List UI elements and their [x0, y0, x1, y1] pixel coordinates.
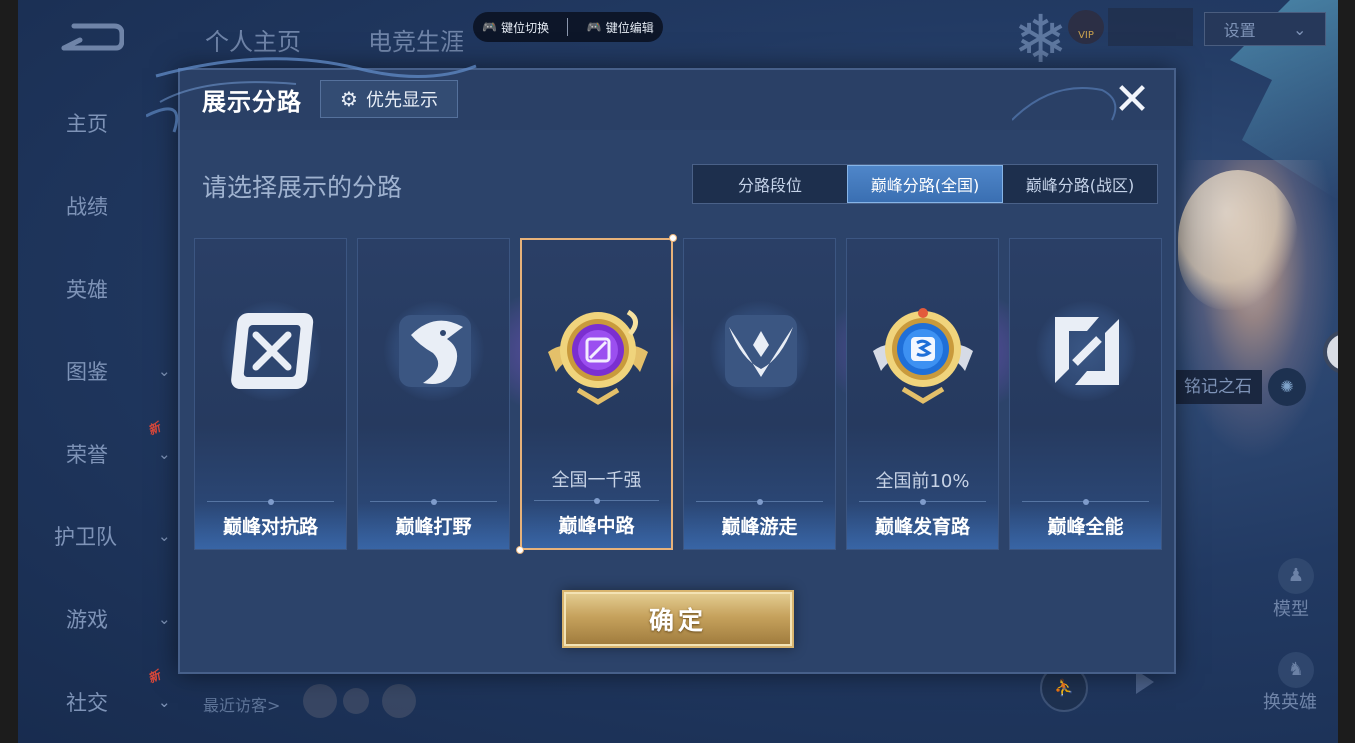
lane-card-name: 巅峰全能 — [1047, 516, 1124, 538]
settings-label: 设置 — [1223, 21, 1256, 40]
sidebar-item-home[interactable]: 主页 — [48, 103, 178, 143]
gear-icon: ⚙ — [340, 87, 358, 111]
lane-card-name: 巅峰中路 — [558, 515, 635, 537]
switch-hero-label[interactable]: 换英雄 — [1263, 688, 1317, 714]
visitor-avatar[interactable] — [343, 688, 369, 714]
lane-display-dialog: 展示分路 ⚙ 优先显示 ✕ 请选择展示的分路 分路段位 巅峰分路(全国) 巅峰分… — [146, 57, 1176, 674]
dialog-title: 展示分路 — [202, 88, 302, 116]
tab-personal-home[interactable]: 个人主页 — [205, 22, 301, 57]
lane-card-name: 巅峰发育路 — [874, 516, 970, 538]
keybind-switch-button[interactable]: 🎮 键位切换 — [482, 19, 549, 36]
all-round-icon — [1055, 317, 1119, 385]
gamepad-icon: 🎮 — [482, 20, 498, 34]
sidebar-item-label: 图鉴 — [66, 360, 108, 384]
lane-card-mid[interactable]: 全国一千强 巅峰中路 — [516, 234, 677, 554]
sidebar-item-label: 护卫队 — [54, 525, 117, 549]
chevron-down-icon: ⌄ — [158, 445, 171, 463]
lane-card-rank: 全国前10% — [875, 471, 970, 492]
sidebar-item-guard[interactable]: 护卫队 ⌄ — [48, 516, 178, 556]
sidebar-item-record[interactable]: 战绩 — [48, 186, 178, 226]
lane-card-farm[interactable]: 全国前10% 巅峰发育路 — [846, 238, 999, 550]
farm-lane-gold-badge-icon — [873, 308, 973, 404]
lane-card-rank: 全国一千强 — [551, 470, 642, 491]
lane-type-tabs: 分路段位 巅峰分路(全国) 巅峰分路(战区) — [692, 164, 1158, 204]
gamepad-icon: 🎮 — [586, 20, 602, 34]
visitor-avatar[interactable] — [382, 684, 416, 718]
settings-dropdown[interactable]: 设置 ⌄ — [1204, 12, 1326, 46]
keybind-edit-button[interactable]: 🎮 键位编辑 — [587, 19, 654, 36]
sidebar-item-label: 战绩 — [66, 195, 108, 219]
swirl-decoration — [1012, 87, 1117, 121]
close-button[interactable]: ✕ — [1112, 78, 1152, 122]
clash-lane-icon — [231, 313, 314, 389]
lane-card-name: 巅峰打野 — [395, 516, 472, 538]
chevron-down-icon: ⌄ — [158, 693, 171, 711]
chevron-down-icon: ⌄ — [158, 610, 171, 628]
lane-card-list: 巅峰对抗路 巅峰打野 全国一千强 巅峰中路 巅峰游走 全国前10% 巅峰发育路 … — [194, 234, 1162, 554]
keybind-switch-label: 键位切换 — [501, 20, 550, 35]
roam-icon — [725, 315, 797, 387]
lane-card-roam[interactable]: 巅峰游走 — [683, 238, 836, 550]
priority-display-button[interactable]: ⚙ 优先显示 — [320, 80, 458, 118]
confirm-button[interactable]: 确定 — [562, 590, 794, 648]
lane-card-all-round[interactable]: 巅峰全能 — [1009, 238, 1162, 550]
back-logo-icon[interactable] — [60, 22, 124, 54]
vip-badge[interactable]: VIP — [1068, 10, 1104, 44]
keybind-edit-label: 键位编辑 — [605, 20, 654, 35]
memorial-stone-icon[interactable]: ✺ — [1268, 368, 1306, 406]
tab-lane-rank[interactable]: 分路段位 — [693, 165, 847, 203]
chevron-down-icon: ⌄ — [158, 362, 171, 380]
pill-divider — [567, 18, 569, 36]
recent-visitors-link[interactable]: 最近访客> — [203, 692, 280, 716]
switch-hero-icon[interactable]: ♞ — [1278, 652, 1314, 688]
sidebar-item-social[interactable]: 社交 ⌄ — [48, 682, 178, 722]
game-screen: ❄ 个人主页 电竞生涯 🎮 键位切换 🎮 键位编辑 VIP 设置 ⌄ 主页 战绩… — [18, 0, 1338, 743]
lane-card-clash[interactable]: 巅峰对抗路 — [194, 238, 347, 550]
sidebar-item-games[interactable]: 游戏 ⌄ — [48, 599, 178, 639]
sidebar-item-label: 社交 — [66, 691, 108, 715]
lane-card-name: 巅峰对抗路 — [222, 516, 318, 538]
tab-peak-lane-national[interactable]: 巅峰分路(全国) — [847, 165, 1003, 203]
sidebar-item-label: 英雄 — [66, 278, 108, 302]
lane-card-name: 巅峰游走 — [721, 516, 798, 538]
selection-corner — [669, 234, 677, 242]
model-label[interactable]: 模型 — [1273, 595, 1309, 621]
model-icon[interactable]: ♟ — [1278, 558, 1314, 594]
keybind-pill: 🎮 键位切换 🎮 键位编辑 — [473, 12, 663, 42]
tab-peak-lane-region[interactable]: 巅峰分路(战区) — [1003, 165, 1157, 203]
sidebar-item-label: 主页 — [66, 112, 108, 136]
sidebar-item-label: 荣誉 — [66, 443, 108, 467]
sidebar-item-codex[interactable]: 图鉴 ⌄ — [48, 351, 178, 391]
priority-display-label: 优先显示 — [365, 90, 438, 111]
tab-esports-career[interactable]: 电竞生涯 — [368, 22, 464, 57]
sidebar-item-label: 游戏 — [66, 608, 108, 632]
selection-prompt: 请选择展示的分路 — [202, 173, 403, 202]
chevron-down-icon: ⌄ — [1292, 19, 1307, 39]
sidebar-item-honor[interactable]: 荣誉 ⌄ — [48, 434, 178, 474]
chevron-down-icon: ⌄ — [158, 527, 171, 545]
dialog-content: 请选择展示的分路 分路段位 巅峰分路(全国) 巅峰分路(战区) 巅峰对抗路 巅峰… — [180, 130, 1174, 672]
visitor-avatar[interactable] — [303, 684, 337, 718]
mid-lane-gold-badge-icon — [548, 309, 648, 405]
hero-portrait-hair — [1178, 170, 1298, 310]
jungle-icon — [399, 315, 471, 387]
lane-card-jungle[interactable]: 巅峰打野 — [357, 238, 510, 550]
sidebar-item-heroes[interactable]: 英雄 — [48, 269, 178, 309]
profile-info-box — [1108, 8, 1193, 46]
